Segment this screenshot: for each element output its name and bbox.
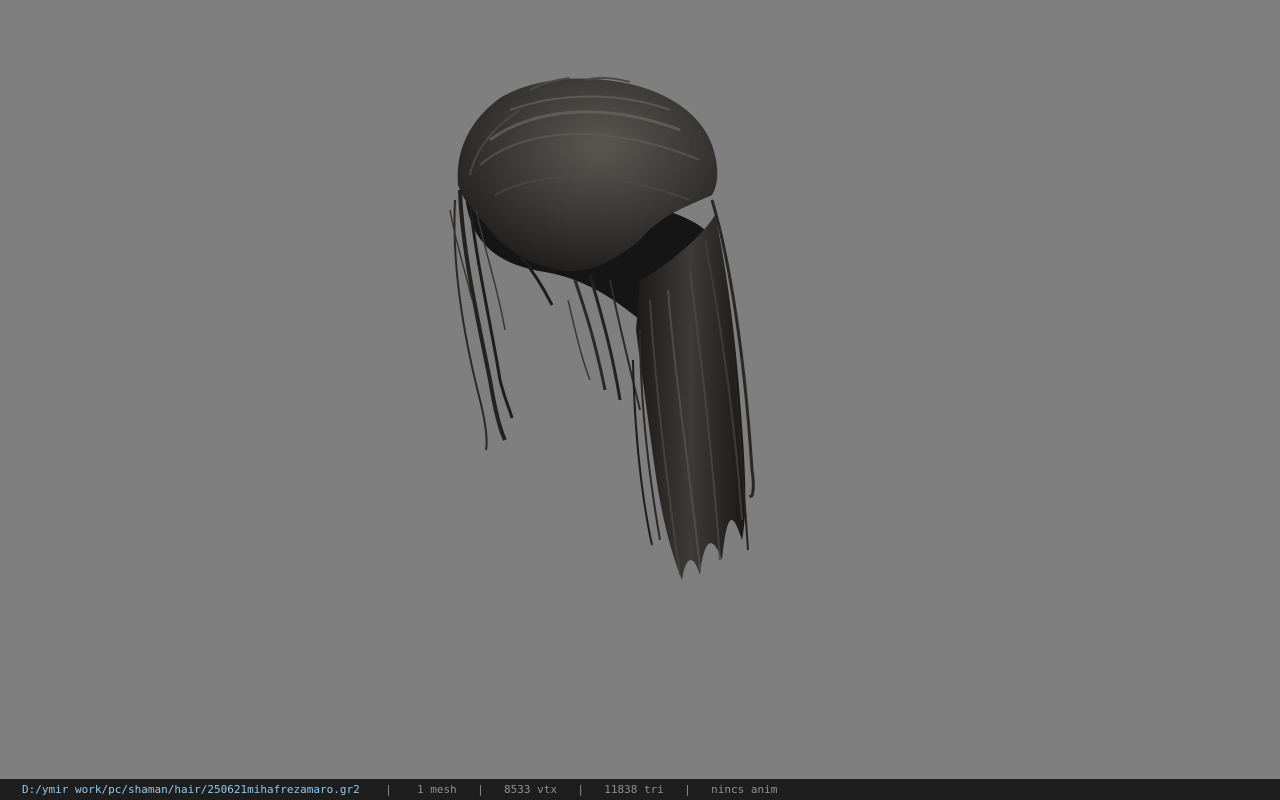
status-bar: D:/ymir work/pc/shaman/hair/250621mihafr… xyxy=(0,779,1280,800)
anim-status-label: nincs anim xyxy=(711,783,778,796)
separator: | xyxy=(684,783,691,796)
vertex-count-label: 8533 vtx xyxy=(504,783,557,796)
mesh-count-label: 1 mesh xyxy=(417,783,457,796)
triangle-count-label: 11838 tri xyxy=(604,783,664,796)
3d-viewport[interactable] xyxy=(0,0,1280,779)
separator: | xyxy=(385,783,392,796)
hair-model-render[interactable] xyxy=(0,0,1280,779)
separator: | xyxy=(477,783,484,796)
separator: | xyxy=(577,783,584,796)
file-path-label: D:/ymir work/pc/shaman/hair/250621mihafr… xyxy=(22,783,360,796)
